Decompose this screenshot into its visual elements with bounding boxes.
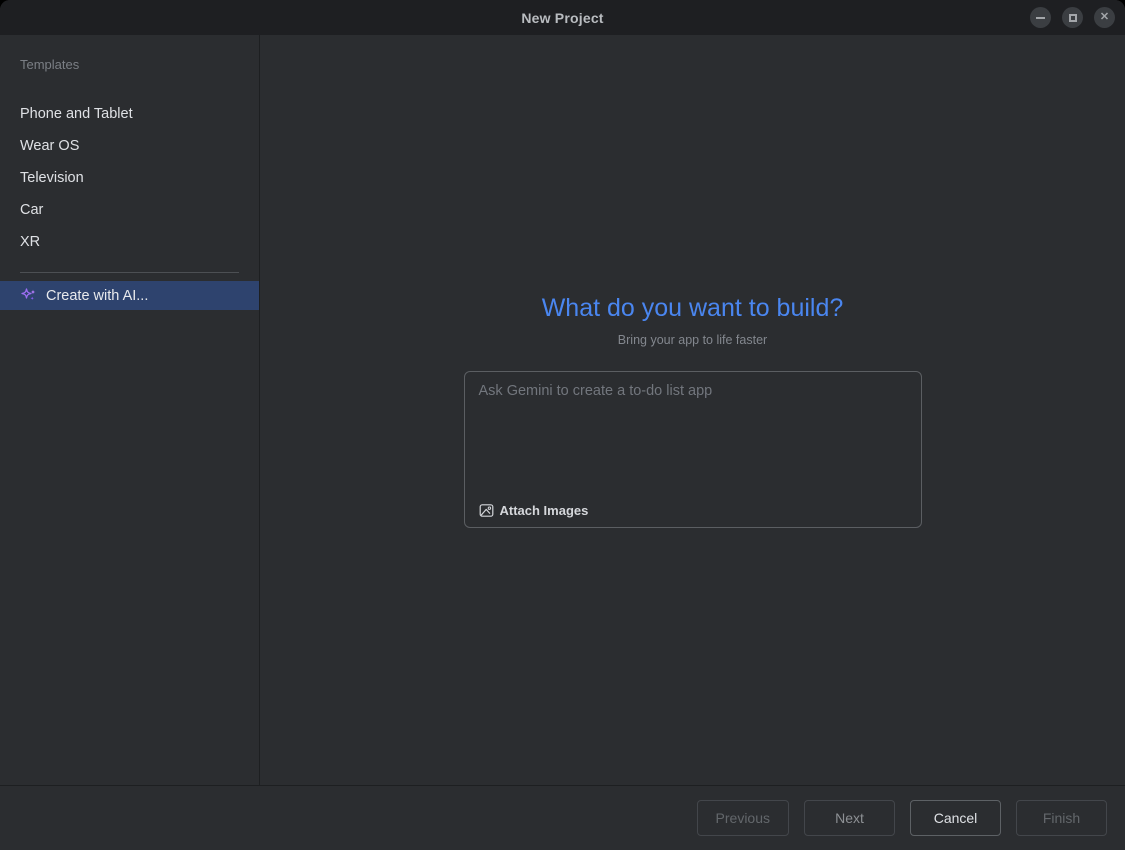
gemini-prompt-box: Attach Images <box>464 371 922 528</box>
window-controls: ✕ <box>1030 0 1115 35</box>
titlebar: New Project ✕ <box>0 0 1125 35</box>
sidebar-item-xr[interactable]: XR <box>0 226 259 258</box>
wizard-footer: Previous Next Cancel Finish <box>0 785 1125 850</box>
sidebar-item-wear-os[interactable]: Wear OS <box>0 130 259 162</box>
attach-images-label: Attach Images <box>500 503 589 518</box>
main-pane: What do you want to build? Bring your ap… <box>260 35 1125 785</box>
next-button[interactable]: Next <box>804 800 895 836</box>
attach-images-button[interactable]: Attach Images <box>475 501 593 520</box>
previous-button[interactable]: Previous <box>697 800 789 836</box>
sidebar-item-label: Television <box>20 170 84 186</box>
sidebar-item-phone-and-tablet[interactable]: Phone and Tablet <box>0 98 259 130</box>
minimize-button[interactable] <box>1030 7 1051 28</box>
sidebar-item-label: Phone and Tablet <box>20 106 133 122</box>
sidebar-item-label: XR <box>20 234 40 250</box>
sidebar-item-create-with-ai[interactable]: Create with AI... <box>0 281 259 310</box>
maximize-button[interactable] <box>1062 7 1083 28</box>
window-title: New Project <box>521 10 603 26</box>
maximize-icon <box>1069 14 1077 22</box>
new-project-window: New Project ✕ Templates Phone and Tablet… <box>0 0 1125 850</box>
close-icon: ✕ <box>1100 12 1109 23</box>
close-button[interactable]: ✕ <box>1094 7 1115 28</box>
image-icon <box>479 503 494 518</box>
sidebar-item-label: Wear OS <box>20 138 79 154</box>
finish-button[interactable]: Finish <box>1016 800 1107 836</box>
gemini-sparkle-icon <box>20 287 37 304</box>
sidebar-item-label: Create with AI... <box>46 288 148 304</box>
sidebar-item-label: Car <box>20 202 43 218</box>
sidebar-item-car[interactable]: Car <box>0 194 259 226</box>
minimize-icon <box>1036 17 1045 19</box>
sidebar-item-television[interactable]: Television <box>0 162 259 194</box>
gemini-prompt-input[interactable] <box>465 372 921 484</box>
page-title: What do you want to build? <box>542 294 844 323</box>
templates-sidebar: Templates Phone and Tablet Wear OS Telev… <box>0 35 260 785</box>
sidebar-divider <box>20 272 239 273</box>
page-subtitle: Bring your app to life faster <box>618 333 767 347</box>
sidebar-section-label: Templates <box>0 57 259 72</box>
cancel-button[interactable]: Cancel <box>910 800 1001 836</box>
window-content: Templates Phone and Tablet Wear OS Telev… <box>0 35 1125 785</box>
